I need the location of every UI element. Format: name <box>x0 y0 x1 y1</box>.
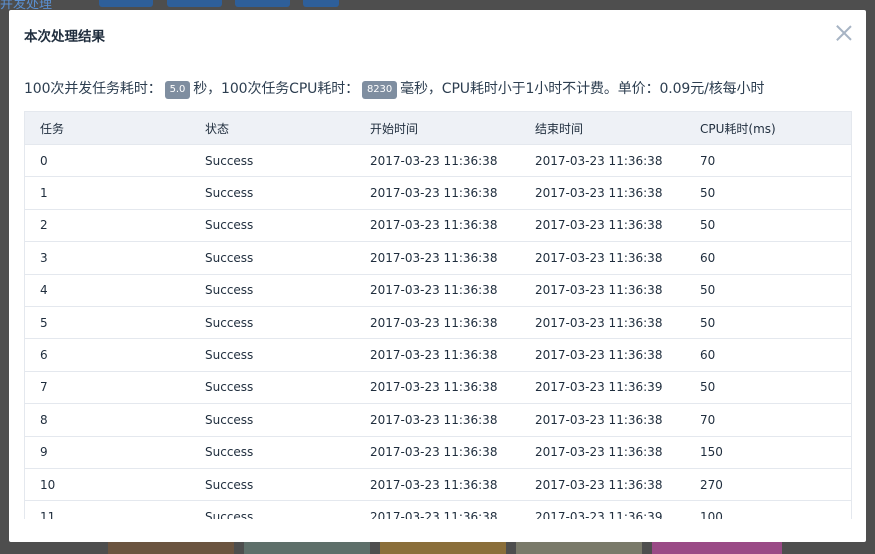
cell-cpu-time: 50 <box>685 371 851 405</box>
table-row: 5 Success 2017-03-23 11:36:38 2017-03-23… <box>25 306 851 340</box>
background-thumbnail <box>108 541 234 554</box>
cell-task: 10 <box>25 468 190 502</box>
cell-start-time: 2017-03-23 11:36:38 <box>355 468 520 502</box>
cell-end-time: 2017-03-23 11:36:38 <box>520 306 685 340</box>
close-icon[interactable] <box>836 25 852 41</box>
header-task: 任务 <box>25 112 190 145</box>
cell-cpu-time: 50 <box>685 209 851 243</box>
cell-status: Success <box>190 144 355 178</box>
cell-cpu-time: 50 <box>685 176 851 210</box>
cell-cpu-time: 270 <box>685 468 851 502</box>
cell-status: Success <box>190 468 355 502</box>
cell-start-time: 2017-03-23 11:36:38 <box>355 209 520 243</box>
cell-task: 9 <box>25 436 190 469</box>
cell-task: 5 <box>25 306 190 340</box>
cell-task: 8 <box>25 403 190 437</box>
header-end-time: 结束时间 <box>520 112 685 145</box>
cell-task: 6 <box>25 338 190 372</box>
cell-status: Success <box>190 176 355 210</box>
cell-start-time: 2017-03-23 11:36:38 <box>355 274 520 307</box>
cell-start-time: 2017-03-23 11:36:38 <box>355 371 520 405</box>
cell-status: Success <box>190 241 355 275</box>
dialog-title: 本次处理结果 <box>24 29 105 45</box>
cpu-time-badge: 8230 <box>362 81 398 99</box>
results-table-container[interactable]: 任务 状态 开始时间 结束时间 CPU耗时(ms) 0 Success 2017… <box>24 111 852 519</box>
cell-end-time: 2017-03-23 11:36:38 <box>520 468 685 502</box>
background-thumbnail <box>244 541 370 554</box>
cell-start-time: 2017-03-23 11:36:38 <box>355 436 520 469</box>
summary-text: 100次并发任务耗时： 5.0 秒，100次任务CPU耗时： 8230 毫秒，CPU耗时… <box>24 78 764 99</box>
table-header-row: 任务 状态 开始时间 结束时间 CPU耗时(ms) <box>25 112 851 145</box>
cell-end-time: 2017-03-23 11:36:38 <box>520 403 685 437</box>
cell-task: 2 <box>25 209 190 243</box>
background-button <box>235 0 290 7</box>
cell-status: Success <box>190 274 355 307</box>
cell-end-time: 2017-03-23 11:36:38 <box>520 436 685 469</box>
cell-task: 3 <box>25 241 190 275</box>
cell-cpu-time: 70 <box>685 144 851 178</box>
cell-cpu-time: 100 <box>685 500 851 519</box>
cell-status: Success <box>190 209 355 243</box>
cell-cpu-time: 60 <box>685 241 851 275</box>
cell-status: Success <box>190 436 355 469</box>
cell-start-time: 2017-03-23 11:36:38 <box>355 500 520 519</box>
table-row: 9 Success 2017-03-23 11:36:38 2017-03-23… <box>25 436 851 469</box>
header-cpu-time: CPU耗时(ms) <box>685 112 851 145</box>
cell-end-time: 2017-03-23 11:36:38 <box>520 338 685 372</box>
cell-status: Success <box>190 403 355 437</box>
cell-task: 4 <box>25 274 190 307</box>
cell-start-time: 2017-03-23 11:36:38 <box>355 338 520 372</box>
cell-cpu-time: 60 <box>685 338 851 372</box>
cell-end-time: 2017-03-23 11:36:38 <box>520 274 685 307</box>
header-status: 状态 <box>190 112 355 145</box>
cell-start-time: 2017-03-23 11:36:38 <box>355 144 520 178</box>
cell-cpu-time: 70 <box>685 403 851 437</box>
summary-part3: 毫秒，CPU耗时小于1小时不计费。单价：0.09元/核每小时 <box>400 81 765 97</box>
background-button <box>303 0 339 7</box>
header-start-time: 开始时间 <box>355 112 520 145</box>
cell-end-time: 2017-03-23 11:36:38 <box>520 144 685 178</box>
table-row: 7 Success 2017-03-23 11:36:38 2017-03-23… <box>25 371 851 405</box>
cell-status: Success <box>190 371 355 405</box>
table-row: 2 Success 2017-03-23 11:36:38 2017-03-23… <box>25 209 851 243</box>
table-row: 3 Success 2017-03-23 11:36:38 2017-03-23… <box>25 241 851 275</box>
cell-end-time: 2017-03-23 11:36:38 <box>520 209 685 243</box>
background-thumbnail <box>380 541 506 554</box>
cell-task: 7 <box>25 371 190 405</box>
background-button <box>167 0 222 7</box>
cell-start-time: 2017-03-23 11:36:38 <box>355 241 520 275</box>
summary-part2: 秒，100次任务CPU耗时： <box>193 81 360 97</box>
cell-start-time: 2017-03-23 11:36:38 <box>355 176 520 210</box>
table-row: 0 Success 2017-03-23 11:36:38 2017-03-23… <box>25 144 851 178</box>
cell-cpu-time: 150 <box>685 436 851 469</box>
table-row: 10 Success 2017-03-23 11:36:38 2017-03-2… <box>25 468 851 502</box>
cell-cpu-time: 50 <box>685 306 851 340</box>
cell-task: 0 <box>25 144 190 178</box>
table-row: 4 Success 2017-03-23 11:36:38 2017-03-23… <box>25 274 851 307</box>
cell-status: Success <box>190 306 355 340</box>
cell-task: 1 <box>25 176 190 210</box>
cell-cpu-time: 50 <box>685 274 851 307</box>
cell-task: 11 <box>25 500 190 519</box>
cell-end-time: 2017-03-23 11:36:39 <box>520 371 685 405</box>
table-row: 8 Success 2017-03-23 11:36:38 2017-03-23… <box>25 403 851 437</box>
result-dialog: 本次处理结果 100次并发任务耗时： 5.0 秒，100次任务CPU耗时： 8230 毫… <box>9 10 866 542</box>
summary-part1: 100次并发任务耗时： <box>24 81 162 97</box>
cell-start-time: 2017-03-23 11:36:38 <box>355 306 520 340</box>
results-table: 任务 状态 开始时间 结束时间 CPU耗时(ms) 0 Success 2017… <box>25 112 851 519</box>
cell-status: Success <box>190 500 355 519</box>
table-row: 6 Success 2017-03-23 11:36:38 2017-03-23… <box>25 338 851 372</box>
cell-end-time: 2017-03-23 11:36:39 <box>520 500 685 519</box>
cell-start-time: 2017-03-23 11:36:38 <box>355 403 520 437</box>
concurrent-time-badge: 5.0 <box>164 81 191 99</box>
cell-end-time: 2017-03-23 11:36:38 <box>520 176 685 210</box>
cell-status: Success <box>190 338 355 372</box>
background-button <box>99 0 153 7</box>
table-row: 1 Success 2017-03-23 11:36:38 2017-03-23… <box>25 176 851 210</box>
background-thumbnail <box>652 541 782 554</box>
cell-end-time: 2017-03-23 11:36:38 <box>520 241 685 275</box>
table-row: 11 Success 2017-03-23 11:36:38 2017-03-2… <box>25 500 851 519</box>
background-thumbnail <box>516 541 642 554</box>
